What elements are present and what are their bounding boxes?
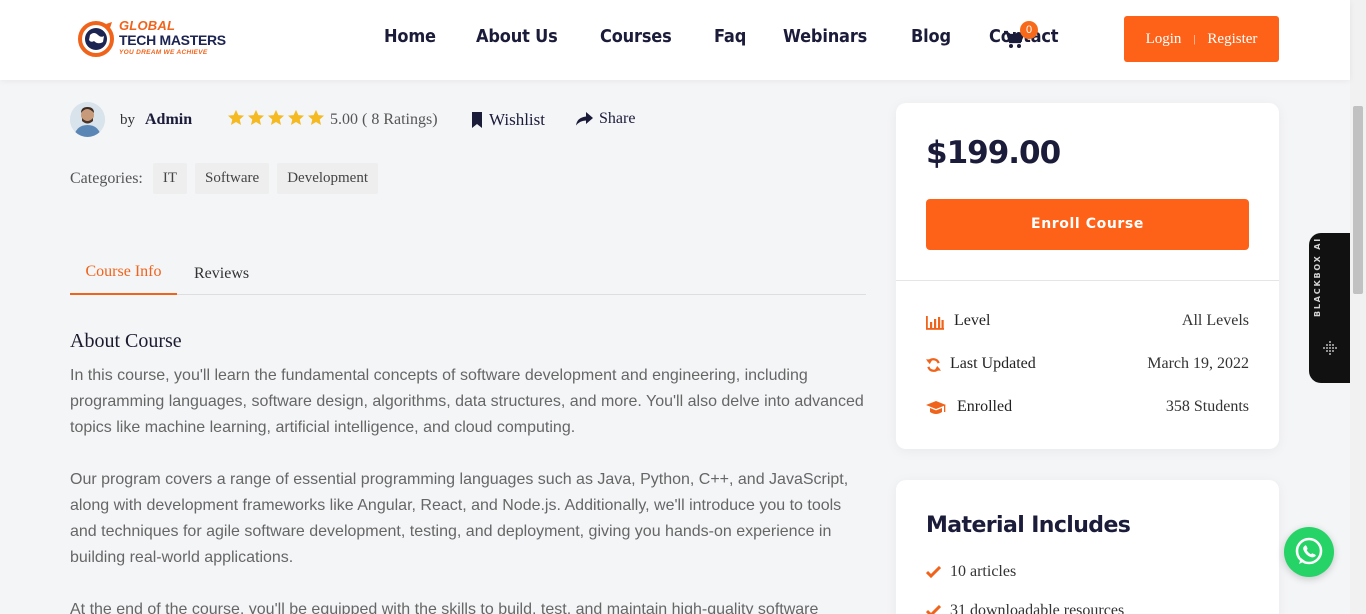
auth-button-group: Login | Register <box>1124 16 1279 62</box>
refresh-icon <box>926 358 941 372</box>
material-item: 31 downloadable resources <box>926 602 1124 614</box>
star-icon <box>307 109 325 126</box>
category-chip[interactable]: Development <box>277 163 379 194</box>
info-row-last-updated: Last Updated March 19, 2022 <box>926 354 1249 378</box>
nav-home[interactable]: Home <box>384 26 436 47</box>
material-item-text: 31 downloadable resources <box>950 602 1125 614</box>
info-value: 358 Students <box>1165 398 1249 415</box>
material-item-text: 10 articles <box>950 563 1017 580</box>
about-paragraph: In this course, you'll learn the fundame… <box>70 367 864 436</box>
nav-about-us[interactable]: About Us <box>476 26 558 47</box>
avatar-person-icon <box>70 102 105 137</box>
blackbox-ai-widget[interactable]: BLACKBOX AI <box>1309 233 1351 383</box>
pricing-card: $199.00 Enroll Course Level All Levels L… <box>896 103 1279 449</box>
nav-webinars[interactable]: Webinars <box>783 26 867 47</box>
wishlist-button[interactable]: Wishlist <box>471 110 545 130</box>
star-icon <box>247 109 265 126</box>
star-icon <box>227 109 245 126</box>
site-logo[interactable]: GLOBAL TECH MASTERS YOU DREAM WE ACHIEVE <box>76 16 236 62</box>
bookmark-icon <box>472 112 482 128</box>
categories-row: Categories: IT Software Development <box>70 163 379 194</box>
enroll-course-button[interactable]: Enroll Course <box>926 199 1249 250</box>
check-icon <box>926 566 941 578</box>
author-avatar[interactable] <box>70 102 105 137</box>
category-chip[interactable]: IT <box>152 163 188 194</box>
info-row-enrolled: Enrolled 358 Students <box>926 397 1249 421</box>
rating-text: 5.00 ( 8 Ratings) <box>330 111 438 128</box>
about-course-heading: About Course <box>70 330 182 352</box>
nav-blog[interactable]: Blog <box>911 26 951 47</box>
bar-chart-icon <box>926 316 944 330</box>
tab-course-info[interactable]: Course Info <box>70 263 177 295</box>
rating-stars <box>227 109 325 127</box>
wishlist-label: Wishlist <box>489 110 545 129</box>
nav-courses[interactable]: Courses <box>600 26 672 47</box>
whatsapp-icon <box>1295 537 1323 565</box>
course-meta-row: by Admin 5.00 ( 8 Ratings) Wishlist Shar… <box>70 102 870 138</box>
info-label: Last Updated <box>950 355 1036 372</box>
tab-reviews[interactable]: Reviews <box>194 265 249 283</box>
categories-label: Categories: <box>70 169 143 187</box>
login-link[interactable]: Login <box>1146 31 1182 48</box>
check-icon <box>926 605 941 614</box>
cart-count-badge: 0 <box>1020 21 1038 39</box>
scrollbar-thumb[interactable] <box>1353 106 1363 294</box>
share-label: Share <box>599 110 636 127</box>
author-name[interactable]: Admin <box>145 111 192 129</box>
by-label: by <box>120 112 135 128</box>
logo-tagline: YOU DREAM WE ACHIEVE <box>119 49 208 56</box>
share-button[interactable]: Share <box>576 110 635 128</box>
cart-button[interactable]: 0 <box>1003 21 1039 54</box>
logo-line2: TECH MASTERS <box>119 32 226 48</box>
star-icon <box>267 109 285 126</box>
page-scrollbar[interactable] <box>1350 0 1366 614</box>
info-value: March 19, 2022 <box>1147 355 1249 372</box>
info-label: Level <box>954 312 991 329</box>
whatsapp-chat-button[interactable] <box>1284 527 1334 577</box>
graduation-cap-icon <box>926 401 946 414</box>
star-icon <box>287 109 305 126</box>
register-link[interactable]: Register <box>1207 31 1257 48</box>
category-chip[interactable]: Software <box>195 163 270 194</box>
material-item: 10 articles <box>926 563 1016 581</box>
material-includes-card: Material Includes 10 articles 31 downloa… <box>896 480 1279 614</box>
about-paragraph: At the end of the course, you'll be equi… <box>70 601 819 614</box>
info-value: All Levels <box>1181 312 1249 329</box>
globe-logo-icon <box>78 21 114 57</box>
share-icon <box>576 112 593 126</box>
main-nav: Home About Us Courses Faq Webinars Blog … <box>384 26 1066 47</box>
course-price: $199.00 <box>926 135 1061 171</box>
blackbox-logo-icon <box>1323 341 1337 355</box>
about-paragraph: Our program covers a range of essential … <box>70 471 849 566</box>
info-row-level: Level All Levels <box>926 311 1249 335</box>
site-header: GLOBAL TECH MASTERS YOU DREAM WE ACHIEVE… <box>0 0 1350 80</box>
logo-line1: GLOBAL <box>119 18 176 33</box>
info-label: Enrolled <box>957 398 1013 415</box>
course-tabs: Course Info Reviews <box>70 258 866 295</box>
card-divider <box>896 280 1279 281</box>
nav-faq[interactable]: Faq <box>714 26 746 47</box>
auth-separator: | <box>1193 33 1196 45</box>
material-includes-heading: Material Includes <box>926 513 1131 538</box>
blackbox-ai-label: BLACKBOX AI <box>1313 237 1322 317</box>
